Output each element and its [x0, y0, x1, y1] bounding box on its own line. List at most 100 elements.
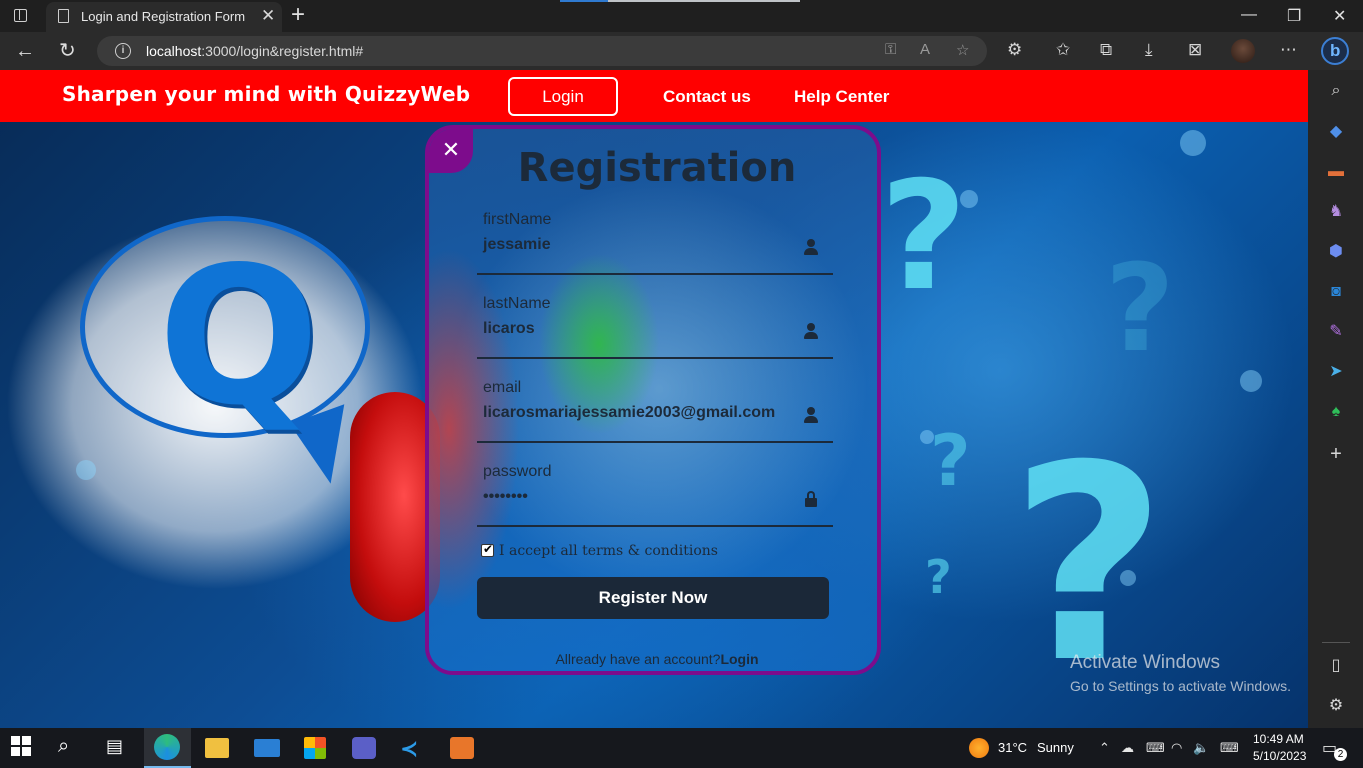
profile-avatar[interactable]: [1231, 39, 1255, 63]
register-button[interactable]: Register Now: [477, 577, 829, 619]
weather-sun-icon[interactable]: [969, 738, 989, 758]
tab-close-icon[interactable]: ✕: [261, 6, 275, 26]
keyboard-icon[interactable]: ⌨: [1220, 740, 1239, 756]
math-solver-icon[interactable]: ⊠: [1188, 40, 1202, 60]
tab-title: Login and Registration Form: [81, 9, 246, 24]
nav-login-button[interactable]: Login: [508, 77, 618, 116]
tools-icon[interactable]: ▬: [1326, 162, 1346, 182]
downloads-icon[interactable]: ⤓: [1145, 40, 1153, 60]
teams-icon[interactable]: [352, 737, 376, 759]
activate-windows-watermark: Activate Windows Go to Settings to activ…: [1070, 652, 1291, 694]
watermark-subtitle: Go to Settings to activate Windows.: [1070, 678, 1291, 694]
registration-card: ✕ Registration firstName jessamie lastNa…: [425, 125, 881, 675]
site-header: Sharpen your mind with QuizzyWeb Login C…: [0, 70, 1308, 122]
designer-icon[interactable]: ✎: [1326, 322, 1346, 342]
page-viewport: ? ? ? ? ? Q Sharpen your mind with Quizz…: [0, 70, 1308, 728]
wifi-icon[interactable]: ◠: [1171, 740, 1182, 756]
restore-icon[interactable]: ❐: [1287, 6, 1301, 26]
store-icon[interactable]: [304, 737, 326, 759]
edge-sidebar: ⌕ ◆ ▬ ♞ ⬢ ◙ ✎ ➤ ♠ + ▯ ⚙: [1308, 70, 1363, 728]
lock-icon: [803, 491, 819, 507]
firstname-input[interactable]: jessamie: [483, 236, 803, 254]
shopping-tag-icon[interactable]: ◆: [1326, 122, 1346, 142]
tray-chevron-icon[interactable]: ⌃: [1099, 740, 1110, 756]
favorites-icon[interactable]: ✩: [1056, 40, 1070, 60]
terms-checkbox[interactable]: [481, 542, 494, 557]
weather-desc[interactable]: Sunny: [1037, 740, 1074, 755]
notification-count: 2: [1334, 748, 1347, 761]
lastname-label: lastName: [483, 295, 551, 312]
xampp-icon[interactable]: [450, 737, 474, 759]
login-link[interactable]: Login: [720, 651, 758, 667]
firstname-label: firstName: [483, 211, 552, 228]
password-input[interactable]: ••••••••: [483, 488, 803, 506]
window-close-icon[interactable]: ✕: [1333, 6, 1346, 26]
url-text[interactable]: localhost:3000/login&register.html#: [146, 43, 363, 59]
browser-tab[interactable]: Login and Registration Form ✕: [46, 2, 282, 32]
new-tab-icon[interactable]: +: [291, 2, 305, 28]
taskbar-edge-button[interactable]: [144, 728, 191, 768]
add-favorite-icon[interactable]: ☆: [956, 41, 969, 59]
url-host: localhost: [146, 43, 202, 59]
games-icon[interactable]: ♞: [1326, 202, 1346, 222]
terms-label[interactable]: I accept all terms & conditions: [499, 543, 718, 559]
form-title: Registration: [517, 145, 797, 191]
extensions-icon[interactable]: ⚙: [1007, 40, 1022, 60]
browser-tab-bar: Login and Registration Form ✕ + — ❐ ✕: [0, 0, 1363, 32]
file-explorer-icon[interactable]: [205, 738, 229, 758]
lastname-field[interactable]: lastName licaros: [477, 295, 833, 359]
clock-date[interactable]: 5/10/2023: [1253, 749, 1306, 763]
email-field[interactable]: email licarosmariajessamie2003@gmail.com: [477, 379, 833, 443]
windows-start-icon[interactable]: [11, 736, 41, 764]
weather-temp[interactable]: 31°C: [998, 740, 1027, 755]
login-prompt-text: Allready have an account?: [555, 651, 721, 667]
email-input[interactable]: licarosmariajessamie2003@gmail.com: [483, 404, 803, 422]
nav-help-link[interactable]: Help Center: [794, 87, 889, 107]
search-icon[interactable]: ⌕: [1326, 81, 1346, 101]
email-label: email: [483, 379, 522, 396]
url-bar[interactable]: i localhost:3000/login&register.html# ⚿ …: [97, 36, 987, 66]
site-info-icon[interactable]: i: [115, 43, 131, 59]
person-icon: [803, 407, 819, 423]
address-toolbar: ← ↻ i localhost:3000/login&register.html…: [0, 32, 1363, 70]
tab-actions-icon[interactable]: [14, 9, 27, 22]
add-sidebar-app-icon[interactable]: +: [1326, 444, 1346, 464]
bing-chat-icon[interactable]: [1321, 37, 1349, 65]
collections-icon[interactable]: ⧉: [1100, 40, 1112, 60]
task-view-icon[interactable]: ▤: [106, 736, 136, 764]
bokeh-dot: [76, 460, 96, 480]
edge-icon: [154, 734, 180, 760]
password-label: password: [483, 463, 552, 480]
bokeh-dot: [1240, 370, 1262, 392]
more-menu-icon[interactable]: ⋯: [1280, 40, 1297, 60]
volume-icon[interactable]: 🔈: [1193, 740, 1209, 756]
vscode-icon[interactable]: ≺: [400, 736, 430, 764]
clock-time[interactable]: 10:49 AM: [1253, 732, 1304, 746]
send-icon[interactable]: ➤: [1326, 362, 1346, 382]
read-aloud-icon[interactable]: A: [920, 41, 930, 58]
tree-icon[interactable]: ♠: [1326, 402, 1346, 422]
window-drag-strip: [560, 0, 800, 2]
split-screen-icon[interactable]: ▯: [1326, 656, 1346, 676]
question-mark-icon: ?: [930, 420, 971, 502]
firstname-field[interactable]: firstName jessamie: [477, 211, 833, 275]
refresh-icon[interactable]: ↻: [59, 40, 76, 62]
q-logo-icon: Q: [158, 226, 320, 447]
nav-contact-link[interactable]: Contact us: [663, 87, 751, 107]
back-icon[interactable]: ←: [15, 40, 35, 62]
question-mark-icon: ?: [925, 550, 952, 604]
onedrive-icon[interactable]: ☁: [1121, 740, 1134, 756]
minimize-icon[interactable]: —: [1241, 6, 1257, 24]
person-icon: [803, 239, 819, 255]
settings-icon[interactable]: ⚙: [1326, 696, 1346, 716]
microsoft365-icon[interactable]: ⬢: [1326, 242, 1346, 262]
mail-icon[interactable]: [254, 739, 280, 757]
lastname-input[interactable]: licaros: [483, 320, 803, 338]
input-method-icon[interactable]: ⌨: [1146, 740, 1165, 756]
login-prompt: Allready have an account?Login: [429, 651, 877, 667]
password-field[interactable]: password ••••••••: [477, 463, 833, 527]
outlook-icon[interactable]: ◙: [1326, 282, 1346, 302]
person-icon: [803, 323, 819, 339]
key-icon[interactable]: ⚿: [885, 41, 896, 58]
search-icon[interactable]: ⌕: [58, 735, 88, 763]
